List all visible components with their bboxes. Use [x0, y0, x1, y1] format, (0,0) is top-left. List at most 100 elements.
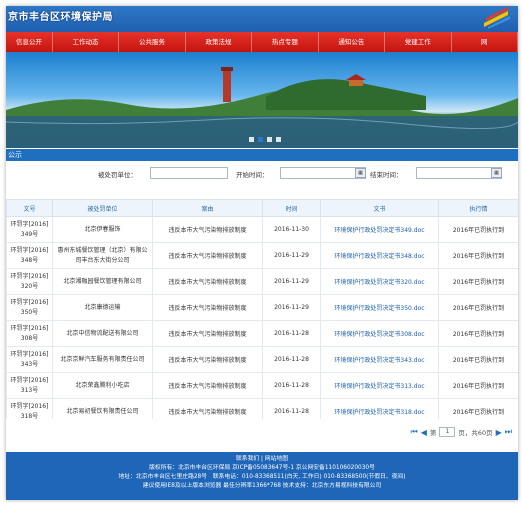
section-bar: 公示 — [6, 149, 518, 161]
case-number-cell: 环罚字[2016] 318号 — [6, 398, 53, 419]
table-body: 环罚字[2016] 349号 北京伊春服饰 违反本市大气污染物排放制度 2016-11… — [6, 216, 518, 419]
footer-address: 地址：北京市丰台区七里庄路28号 联系电话：010-83368511(白天, 工… — [118, 474, 406, 480]
status-cell: 2016年已罚执行到 — [438, 372, 518, 399]
table-row: 环罚字[2016] 318号 北京易初餐饮有限责任公司 违反本市大气污染物排放制度 2… — [6, 398, 518, 419]
penalized-unit-cell: 北京易初餐饮有限责任公司 — [52, 398, 153, 419]
end-label: 结束时间： — [370, 171, 403, 179]
status-cell: 2016年已罚执行到 — [438, 320, 518, 347]
nav-item[interactable]: 热点专题 — [252, 32, 319, 52]
date-cell: 2016-11-29 — [262, 294, 321, 321]
document-link[interactable]: 环境保护行政处罚决定书348.doc — [320, 242, 439, 269]
document-link[interactable]: 环境保护行政处罚决定书320.doc — [320, 268, 439, 295]
unit-label: 被处罚单位： — [98, 171, 137, 179]
footer-support: 建议使用IE8及以上版本浏览器 最佳分辨率1366*768 技术支持：北京东方易… — [142, 483, 382, 489]
reason-cell: 违反本市大气污染物排放制度 — [152, 398, 263, 419]
date-cell: 2016-11-29 — [262, 242, 321, 269]
case-number-cell: 环罚字[2016] 348号 — [6, 242, 53, 269]
column-header: 文号 — [6, 199, 53, 217]
reason-cell: 违反本市大气污染物排放制度 — [152, 216, 263, 243]
next-page-icon[interactable]: ▶ — [496, 428, 502, 437]
column-header: 文书 — [320, 199, 439, 217]
carousel-dot[interactable] — [267, 137, 272, 142]
date-cell: 2016-11-28 — [262, 320, 321, 347]
penalty-table: 文号 被处罚单位 案由 时间 文书 执行情 环罚字[2016] 349号 北京伊春服饰 违反本… — [6, 199, 518, 419]
penalized-unit-cell: 北京伊春服饰 — [52, 216, 153, 243]
unit-input[interactable] — [150, 167, 228, 179]
prev-page-icon[interactable]: ◀ — [421, 428, 427, 437]
document-link[interactable]: 环境保护行政处罚决定书308.doc — [320, 320, 439, 347]
status-cell: 2016年已罚执行到 — [438, 398, 518, 419]
document-link[interactable]: 环境保护行政处罚决定书350.doc — [320, 294, 439, 321]
date-cell: 2016-11-29 — [262, 268, 321, 295]
case-number-cell: 环罚字[2016] 320号 — [6, 268, 53, 295]
column-header: 案由 — [152, 199, 263, 217]
first-page-icon[interactable]: ⏮ — [411, 427, 418, 437]
nav-item[interactable]: 网 — [452, 32, 518, 52]
section-label: 公示 — [8, 151, 22, 159]
reason-cell: 违反本市大气污染物排放制度 — [152, 346, 263, 373]
document-link[interactable]: 环境保护行政处罚决定书313.doc — [320, 372, 439, 399]
status-cell: 2016年已罚执行到 — [438, 294, 518, 321]
carousel-dot[interactable] — [258, 137, 263, 142]
document-link[interactable]: 环境保护行政处罚决定书318.doc — [320, 398, 439, 419]
calendar-icon[interactable]: ▦ — [355, 168, 366, 178]
document-link[interactable]: 环境保护行政处罚决定书349.doc — [320, 216, 439, 243]
penalized-unit-cell: 北京中信物流配送有限公司 — [52, 320, 153, 347]
banner-landscape-image — [6, 67, 518, 148]
search-form: 被处罚单位： 开始时间： ▦ 结束时间： ▦ — [6, 166, 518, 180]
case-number-cell: 环罚字[2016] 313号 — [6, 372, 53, 399]
main-nav: 信息公开 工作动态 公共服务 政策法规 热点专题 通知公告 党建工作网 — [6, 32, 518, 52]
nav-item[interactable]: 公共服务 — [119, 32, 186, 52]
last-page-icon[interactable]: ⏭ — [505, 427, 512, 437]
reason-cell: 违反本市大气污染物排放制度 — [152, 268, 263, 295]
footer-links[interactable]: 联系我们 | 网站地图 — [6, 455, 518, 464]
page-suffix: 页，共60页 — [458, 429, 493, 437]
table-row: 环罚字[2016] 320号 北京湘融园餐饮管理有限公司 违反本市大气污染物排放制度… — [6, 268, 518, 295]
status-cell: 2016年已罚执行到 — [438, 216, 518, 243]
penalized-unit-cell: 惠州东城餐饮管理（北京）有限公司丰台东大街分公司 — [52, 242, 153, 269]
nav-item[interactable]: 通知公告 — [319, 32, 386, 52]
nav-item[interactable]: 党建工作 — [385, 32, 452, 52]
case-number-cell: 环罚字[2016] 308号 — [6, 320, 53, 347]
document-link[interactable]: 环境保护行政处罚决定书343.doc — [320, 346, 439, 373]
penalized-unit-cell: 北京康德运输 — [52, 294, 153, 321]
page-input[interactable]: 1 — [439, 427, 456, 437]
date-cell: 2016-11-28 — [262, 346, 321, 373]
start-date-input[interactable] — [280, 167, 366, 179]
carousel-dot[interactable] — [276, 137, 281, 142]
calendar-icon[interactable]: ▦ — [491, 168, 502, 178]
column-header: 被处罚单位 — [52, 199, 153, 217]
reason-cell: 违反本市大气污染物排放制度 — [152, 372, 263, 399]
table-header-row: 文号 被处罚单位 案由 时间 文书 执行情 — [6, 199, 518, 217]
column-header: 执行情 — [438, 199, 518, 217]
nav-item[interactable]: 政策法规 — [186, 32, 253, 52]
reason-cell: 违反本市大气污染物排放制度 — [152, 242, 263, 269]
site-header: 京市丰台区环境保护局 — [6, 6, 518, 32]
bureau-logo-icon — [484, 7, 510, 29]
column-header: 时间 — [262, 199, 321, 217]
status-cell: 2016年已罚执行到 — [438, 268, 518, 295]
carousel-dot[interactable] — [249, 137, 254, 142]
status-cell: 2016年已罚执行到 — [438, 242, 518, 269]
browser-frame: 京市丰台区环境保护局 信息公开 工作动态 公共服务 政策法规 热点专题 通知公告 党建工作网… — [6, 6, 518, 500]
table-row: 环罚字[2016] 350号 北京康德运输 违反本市大气污染物排放制度 2016-11… — [6, 294, 518, 321]
carousel-dots — [249, 137, 281, 142]
date-cell: 2016-11-30 — [262, 216, 321, 243]
table-row: 环罚字[2016] 348号 惠州东城餐饮管理（北京）有限公司丰台东大街分公司 违反… — [6, 242, 518, 269]
penalized-unit-cell: 北京湘融园餐饮管理有限公司 — [52, 268, 153, 295]
footer-copyright: 版权所有：北京市丰台区环保局 京ICP备05083647号-1 京公网安备110… — [149, 465, 375, 471]
page-prefix: 第 — [429, 429, 437, 437]
end-date-input[interactable] — [416, 167, 502, 179]
site-footer: 联系我们 | 网站地图 版权所有：北京市丰台区环保局 京ICP备05083647… — [6, 452, 518, 500]
banner-carousel — [6, 52, 518, 148]
site-title: 京市丰台区环境保护局 — [8, 12, 113, 23]
date-cell: 2016-11-28 — [262, 398, 321, 419]
reason-cell: 违反本市大气污染物排放制度 — [152, 294, 263, 321]
case-number-cell: 环罚字[2016] 349号 — [6, 216, 53, 243]
nav-item[interactable]: 信息公开 — [6, 32, 53, 52]
start-label: 开始时间： — [236, 171, 269, 179]
penalized-unit-cell: 北京荣鑫腾利小吃店 — [52, 372, 153, 399]
nav-item[interactable]: 工作动态 — [53, 32, 120, 52]
table-row: 环罚字[2016] 308号 北京中信物流配送有限公司 违反本市大气污染物排放制度 2… — [6, 320, 518, 347]
reason-cell: 违反本市大气污染物排放制度 — [152, 320, 263, 347]
